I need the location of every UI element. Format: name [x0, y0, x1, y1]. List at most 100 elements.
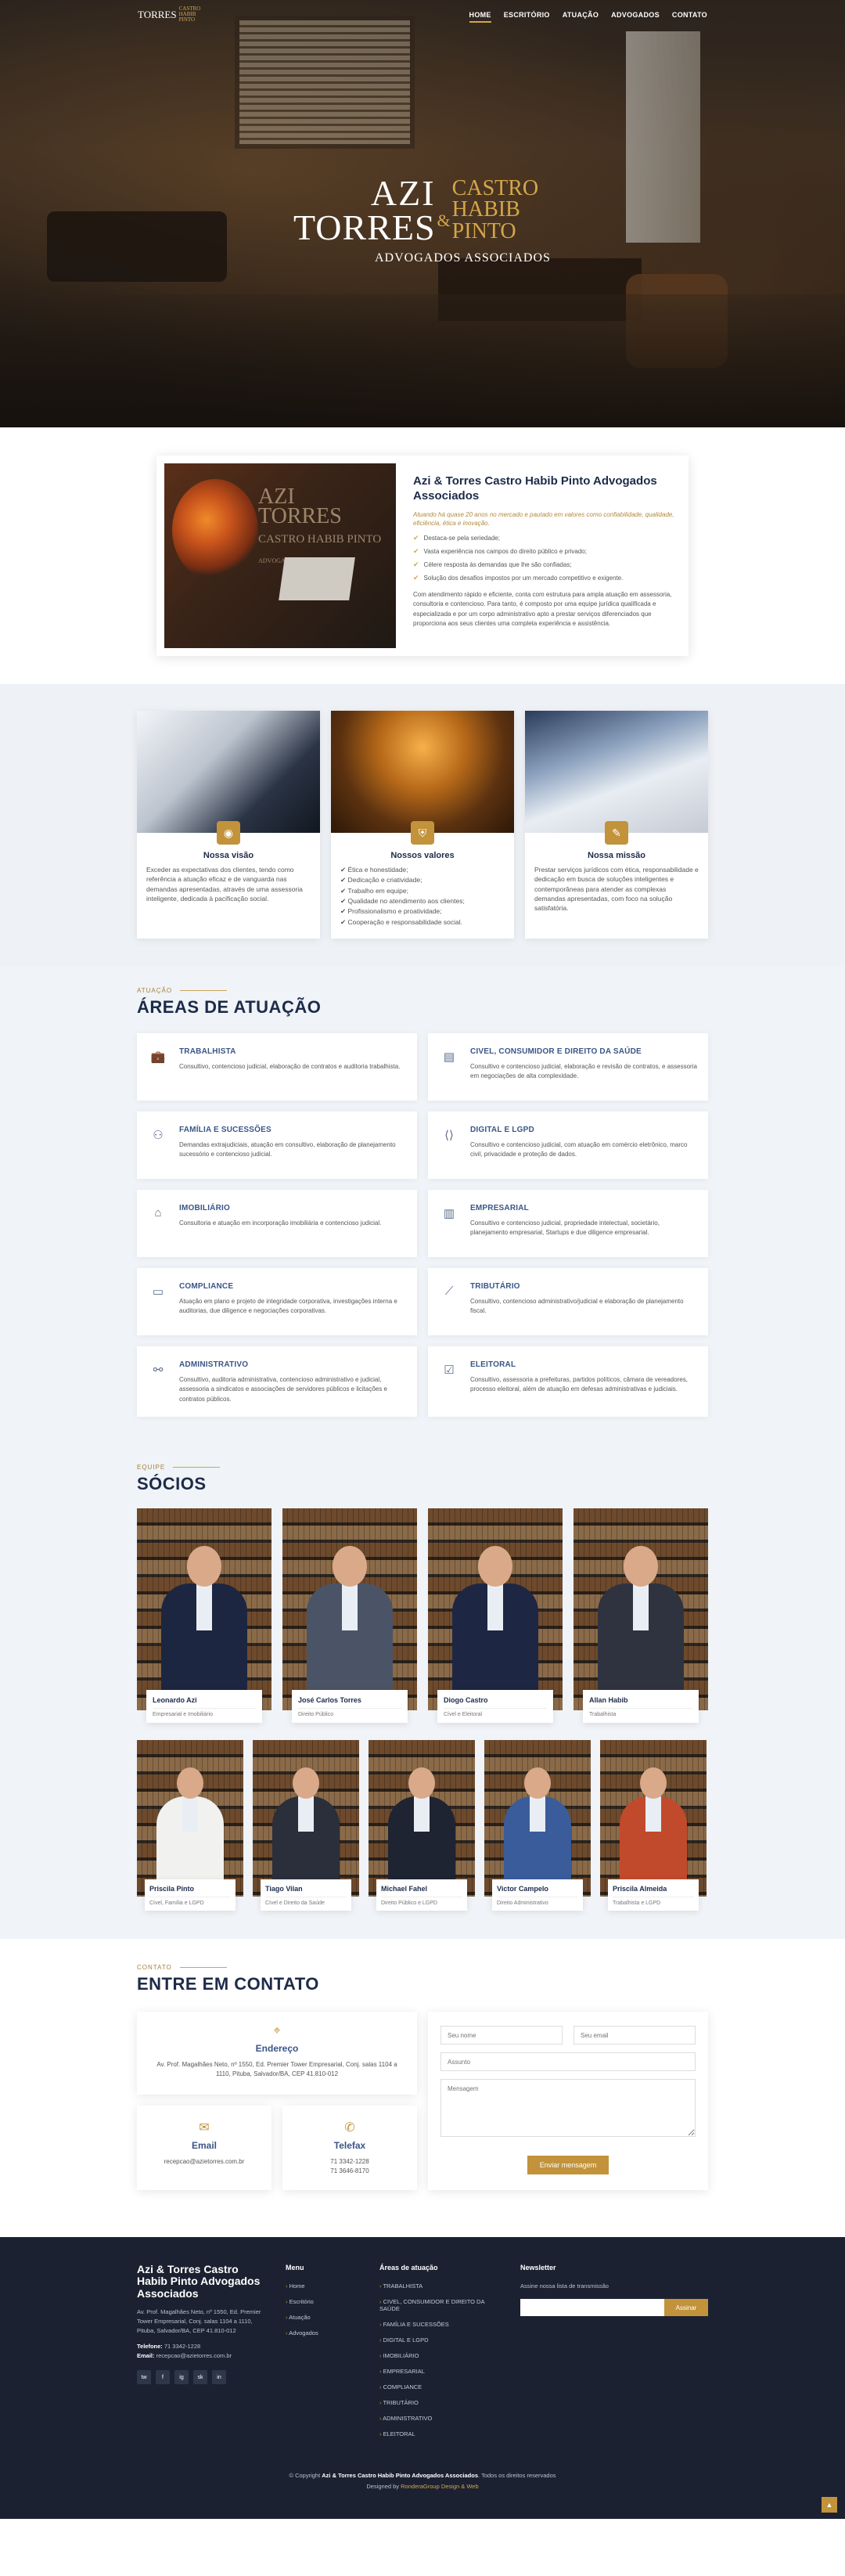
team-member-card[interactable]: Victor Campelo Direito Administrativo [484, 1740, 591, 1911]
divider [180, 989, 228, 991]
footer-area-item[interactable]: DIGITAL E LGPD [379, 2336, 505, 2344]
contact-wrap: ⌖ Endereço Av. Prof. Magalhães Neto, nº … [137, 2012, 708, 2191]
contact-title: ENTRE EM CONTATO [137, 1974, 319, 1994]
team-member-card[interactable]: José Carlos Torres Direito Público [282, 1508, 417, 1724]
person-shirt [196, 1583, 212, 1631]
area-card[interactable]: ☑ ELEITORAL Consultivo, assessoria a prefe… [428, 1346, 708, 1418]
linkedin-icon[interactable]: in [212, 2370, 226, 2385]
contact-section: CONTATO ENTRE EM CONTATO ⌖ Endereço Av. … [0, 1939, 845, 2238]
divider [173, 1467, 221, 1468]
footer-area-item[interactable]: IMOBILIÁRIO [379, 2352, 505, 2359]
nav-logo-right: CASTRO HABIB PINTO [178, 5, 201, 23]
value-list-item: ✔ Trabalho em equipe; [340, 886, 408, 895]
footer-email[interactable]: recepcao@azietorres.com.br [156, 2352, 232, 2359]
person-head [624, 1546, 658, 1587]
phone-box: ✆ Telefax 71 3342-1228 71 3646-8170 [282, 2106, 417, 2191]
person-shirt [414, 1796, 430, 1832]
area-card[interactable]: ⚯ ADMINISTRATIVO Consultivo, auditoria adm… [137, 1346, 417, 1418]
area-card[interactable]: ▤ CIVEL, CONSUMIDOR E DIREITO DA SAÚDE Con… [428, 1032, 708, 1101]
footer-phone[interactable]: 71 3342-1228 [164, 2343, 200, 2350]
area-card-body: EMPRESARIAL Consultivo e contencioso judi… [470, 1204, 697, 1245]
nav-item-contato[interactable]: CONTATO [672, 11, 707, 23]
area-card-text: Consultivo e contencioso judicial, elabo… [470, 1062, 697, 1080]
phone-number-1[interactable]: 71 3342-1228 [290, 2157, 409, 2167]
footer-menu-item[interactable]: Atuação [286, 2314, 364, 2321]
footer-brand-col: Azi & Torres Castro Habib Pinto Advogado… [137, 2263, 270, 2446]
twitter-icon[interactable]: tw [137, 2370, 151, 2385]
person-head [408, 1767, 435, 1800]
footer-area-item[interactable]: ELEITORAL [379, 2430, 505, 2437]
facebook-icon[interactable]: f [156, 2370, 170, 2385]
area-card[interactable]: ▭ COMPLIANCE Atuação em plano e projeto de… [137, 1267, 417, 1335]
area-card[interactable]: ▥ EMPRESARIAL Consultivo e contencioso jud… [428, 1189, 708, 1257]
area-card-title: FAMÍLIA E SUCESSÕES [179, 1125, 271, 1134]
message-textarea[interactable] [440, 2079, 696, 2138]
contact-tag: CONTATO [137, 1964, 708, 1971]
team-member-card[interactable]: Allan Habib Trabalhista [574, 1508, 708, 1724]
team-member-card[interactable]: Tiago Vilan Cível e Direito da Saúde [253, 1740, 359, 1911]
subject-input[interactable] [440, 2052, 696, 2072]
email-input[interactable] [574, 2026, 696, 2045]
footer-area-item[interactable]: TRIBUTÁRIO [379, 2399, 505, 2406]
nav-logo-left: TORRES [138, 9, 177, 20]
send-message-button[interactable]: Enviar mensagem [527, 2156, 609, 2175]
area-card-title: DIGITAL E LGPD [470, 1125, 534, 1134]
team-member-role: Direito Público e LGPD [381, 1897, 462, 1906]
nav-item-home[interactable]: HOME [469, 11, 491, 23]
copyright-suffix: . Todos os direitos reservados [478, 2471, 556, 2479]
about-lead: Atuando há quase 20 anos no mercado e pa… [413, 510, 674, 527]
hero-logo-castro: CASTRO [451, 176, 539, 200]
instagram-icon[interactable]: ig [174, 2370, 189, 2385]
nav-item-escritorio[interactable]: ESCRITÓRIO [504, 11, 550, 23]
area-card-body: ELEITORAL Consultivo, assessoria a prefei… [470, 1360, 697, 1404]
area-card[interactable]: ⚇ FAMÍLIA E SUCESSÕES Demandas extrajudici… [137, 1111, 417, 1179]
footer-area-item[interactable]: CIVEL, CONSUMIDOR E DIREITO DA SAÚDE [379, 2298, 505, 2312]
footer-area-item[interactable]: EMPRESARIAL [379, 2368, 505, 2375]
newsletter-subscribe-button[interactable]: Assinar [664, 2299, 708, 2317]
skype-icon[interactable]: sk [193, 2370, 207, 2385]
area-card-text: Consultivo e contencioso judicial, propr… [470, 1219, 660, 1237]
value-card-text: Exceder as expectativas dos clientes, te… [146, 866, 303, 903]
team-member-card[interactable]: Priscila Pinto Cível, Família e LGPD [137, 1740, 243, 1911]
footer-area-item[interactable]: COMPLIANCE [379, 2383, 505, 2390]
values-section: ◉ Nossa visão Exceder as expectativas do… [0, 684, 845, 967]
team-member-card[interactable]: Priscila Almeida Trabalhista e LGPD [600, 1740, 707, 1911]
nav-logo[interactable]: TORRES CASTRO HABIB PINTO [138, 6, 203, 23]
about-image-sign: AZI TORRES CASTRO HABIB PINTO ADVOGADOS … [258, 486, 381, 566]
footer-menu-item[interactable]: Home [286, 2282, 364, 2290]
person-figure [620, 1767, 687, 1897]
pen-icon: ✎ [605, 821, 628, 845]
back-to-top-button[interactable]: ▲ [822, 2497, 837, 2513]
footer-area-item[interactable]: FAMÍLIA E SUCESSÕES [379, 2321, 505, 2328]
footer-menu-item[interactable]: Advogados [286, 2329, 364, 2336]
form-row [440, 2079, 696, 2148]
team-member-photo [282, 1508, 417, 1711]
area-card-title: TRIBUTÁRIO [470, 1281, 520, 1291]
email-link[interactable]: recepcao@azietorres.com.br [145, 2157, 264, 2167]
nav-item-advogados[interactable]: ADVOGADOS [611, 11, 660, 23]
contact-small-boxes: ✉ Email recepcao@azietorres.com.br ✆ Tel… [137, 2106, 417, 2191]
footer-area-item[interactable]: ADMINISTRATIVO [379, 2415, 505, 2422]
area-card[interactable]: ⌂ IMOBILIÁRIO Consultoria e atuação em inc… [137, 1189, 417, 1257]
value-card-title: Nossa missão [588, 851, 645, 860]
team-member-card[interactable]: Diogo Castro Cível e Eleitoral [428, 1508, 563, 1724]
newsletter-input[interactable] [520, 2299, 664, 2317]
designer-link[interactable]: RonderaGroup Design & Web [401, 2483, 479, 2490]
area-card[interactable]: ⟨⟩ DIGITAL E LGPD Consultivo e contencioso… [428, 1111, 708, 1179]
area-card[interactable]: ⟋ TRIBUTÁRIO Consultivo, contencioso admin… [428, 1267, 708, 1335]
area-card[interactable]: 💼 TRABALHISTA Consultivo, contencioso judi… [137, 1032, 417, 1101]
footer-menu-item[interactable]: Escritório [286, 2298, 364, 2305]
nav-item-atuacao[interactable]: ATUAÇÃO [563, 11, 599, 23]
phone-number-2[interactable]: 71 3646-8170 [290, 2167, 409, 2176]
copyright: © Copyright Azi & Torres Castro Habib Pi… [0, 2470, 845, 2493]
team-member-namebox: Tiago Vilan Cível e Direito da Saúde [261, 1879, 351, 1911]
shield-icon: ⛨ [411, 821, 434, 845]
value-list-text: Trabalho em equipe; [347, 886, 408, 895]
team-member-card[interactable]: Michael Fahel Direito Público e LGPD [369, 1740, 475, 1911]
person-head [293, 1767, 319, 1800]
team-member-card[interactable]: Leonardo Azi Empresarial e Imobiliário [137, 1508, 271, 1724]
footer-area-item[interactable]: TRABALHISTA [379, 2282, 505, 2290]
name-input[interactable] [440, 2026, 563, 2045]
team-member-name: Priscila Almeida [613, 1885, 667, 1893]
about-list-text: Destaca-se pela seriedade; [423, 534, 500, 542]
